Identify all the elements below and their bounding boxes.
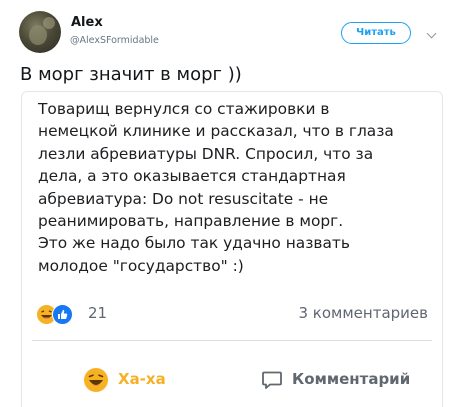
comments-count[interactable]: 3 комментариев — [299, 304, 429, 322]
chevron-down-icon[interactable] — [426, 28, 437, 39]
post-body: Товарищ вернулся со стажировки в немецко… — [38, 100, 394, 275]
author-name[interactable]: Alex — [71, 15, 103, 30]
tweet-text: В морг значит в морг )) — [20, 64, 242, 85]
comment-icon — [260, 368, 284, 396]
haha-icon — [84, 368, 108, 392]
comment-label: Комментарий — [292, 370, 411, 388]
divider — [32, 340, 432, 341]
author-avatar[interactable] — [19, 11, 61, 53]
author-handle[interactable]: @AlexSFormidable — [70, 35, 159, 46]
reaction-count[interactable]: 21 — [88, 304, 107, 322]
embedded-post-card: Товарищ вернулся со стажировки в немецко… — [21, 91, 443, 407]
haha-label: Ха-ха — [118, 370, 166, 388]
follow-button[interactable]: Читать — [341, 22, 411, 44]
like-icon — [52, 304, 73, 325]
